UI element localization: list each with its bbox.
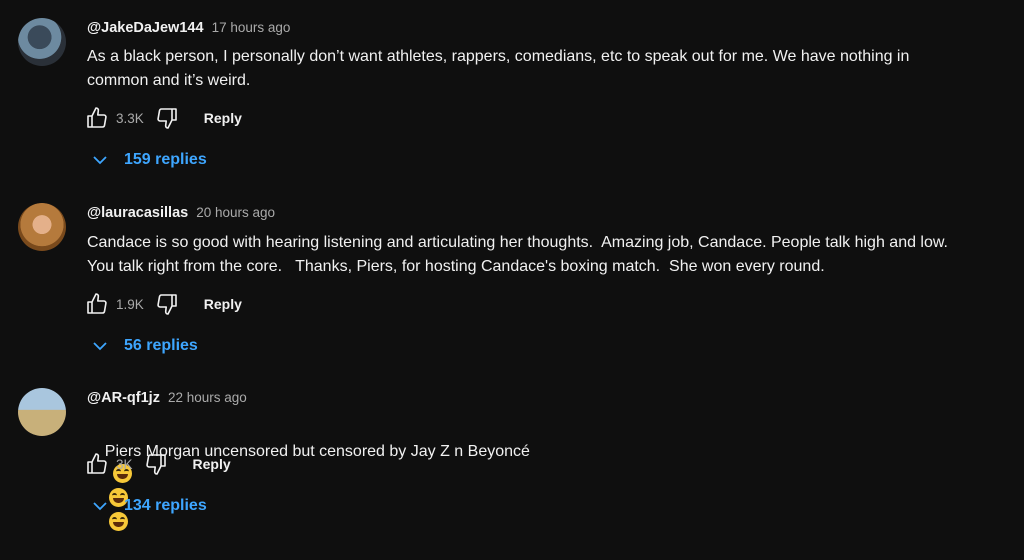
dislike-icon[interactable] (154, 105, 180, 131)
like-icon[interactable] (84, 105, 110, 131)
replies-count-label: 56 replies (124, 337, 198, 354)
reply-button[interactable]: Reply (193, 456, 231, 472)
comment-actions: 3.3K Reply (84, 105, 242, 131)
view-replies-button[interactable]: 134 replies (92, 497, 207, 515)
chevron-down-icon (93, 156, 107, 165)
comment-header: @lauracasillas 20 hours ago (87, 205, 275, 221)
like-count: 3K (116, 456, 133, 472)
view-replies-button[interactable]: 159 replies (92, 151, 207, 169)
comment-author[interactable]: @AR-qf1jz (87, 390, 160, 406)
like-count: 3.3K (116, 110, 144, 126)
comment-timestamp[interactable]: 20 hours ago (196, 205, 275, 220)
comment-actions: 1.9K Reply (84, 291, 242, 317)
reply-button[interactable]: Reply (204, 110, 242, 126)
like-icon[interactable] (84, 291, 110, 317)
comment-author[interactable]: @JakeDaJew144 (87, 20, 204, 36)
comment-timestamp[interactable]: 17 hours ago (212, 20, 291, 35)
replies-count-label: 134 replies (124, 497, 207, 514)
dislike-icon[interactable] (154, 291, 180, 317)
dislike-icon[interactable] (143, 451, 169, 477)
comment-timestamp[interactable]: 22 hours ago (168, 390, 247, 405)
chevron-down-icon (93, 342, 107, 351)
comment-text: As a black person, I personally don’t wa… (87, 48, 910, 89)
chevron-down-icon (93, 502, 107, 511)
replies-count-label: 159 replies (124, 151, 207, 168)
like-count: 1.9K (116, 296, 144, 312)
comment-actions: 3K Reply (84, 451, 231, 477)
avatar[interactable] (18, 388, 66, 436)
like-icon[interactable] (84, 451, 110, 477)
comment-header: @AR-qf1jz 22 hours ago (87, 390, 247, 406)
comment-author[interactable]: @lauracasillas (87, 205, 188, 221)
avatar[interactable] (18, 203, 66, 251)
comment-text: Piers Morgan uncensored but censored by … (87, 416, 1022, 560)
avatar[interactable] (18, 18, 66, 66)
comment-header: @JakeDaJew144 17 hours ago (87, 20, 290, 36)
reply-button[interactable]: Reply (204, 296, 242, 312)
comment-text: Candace is so good with hearing listenin… (87, 234, 948, 275)
view-replies-button[interactable]: 56 replies (92, 337, 198, 355)
